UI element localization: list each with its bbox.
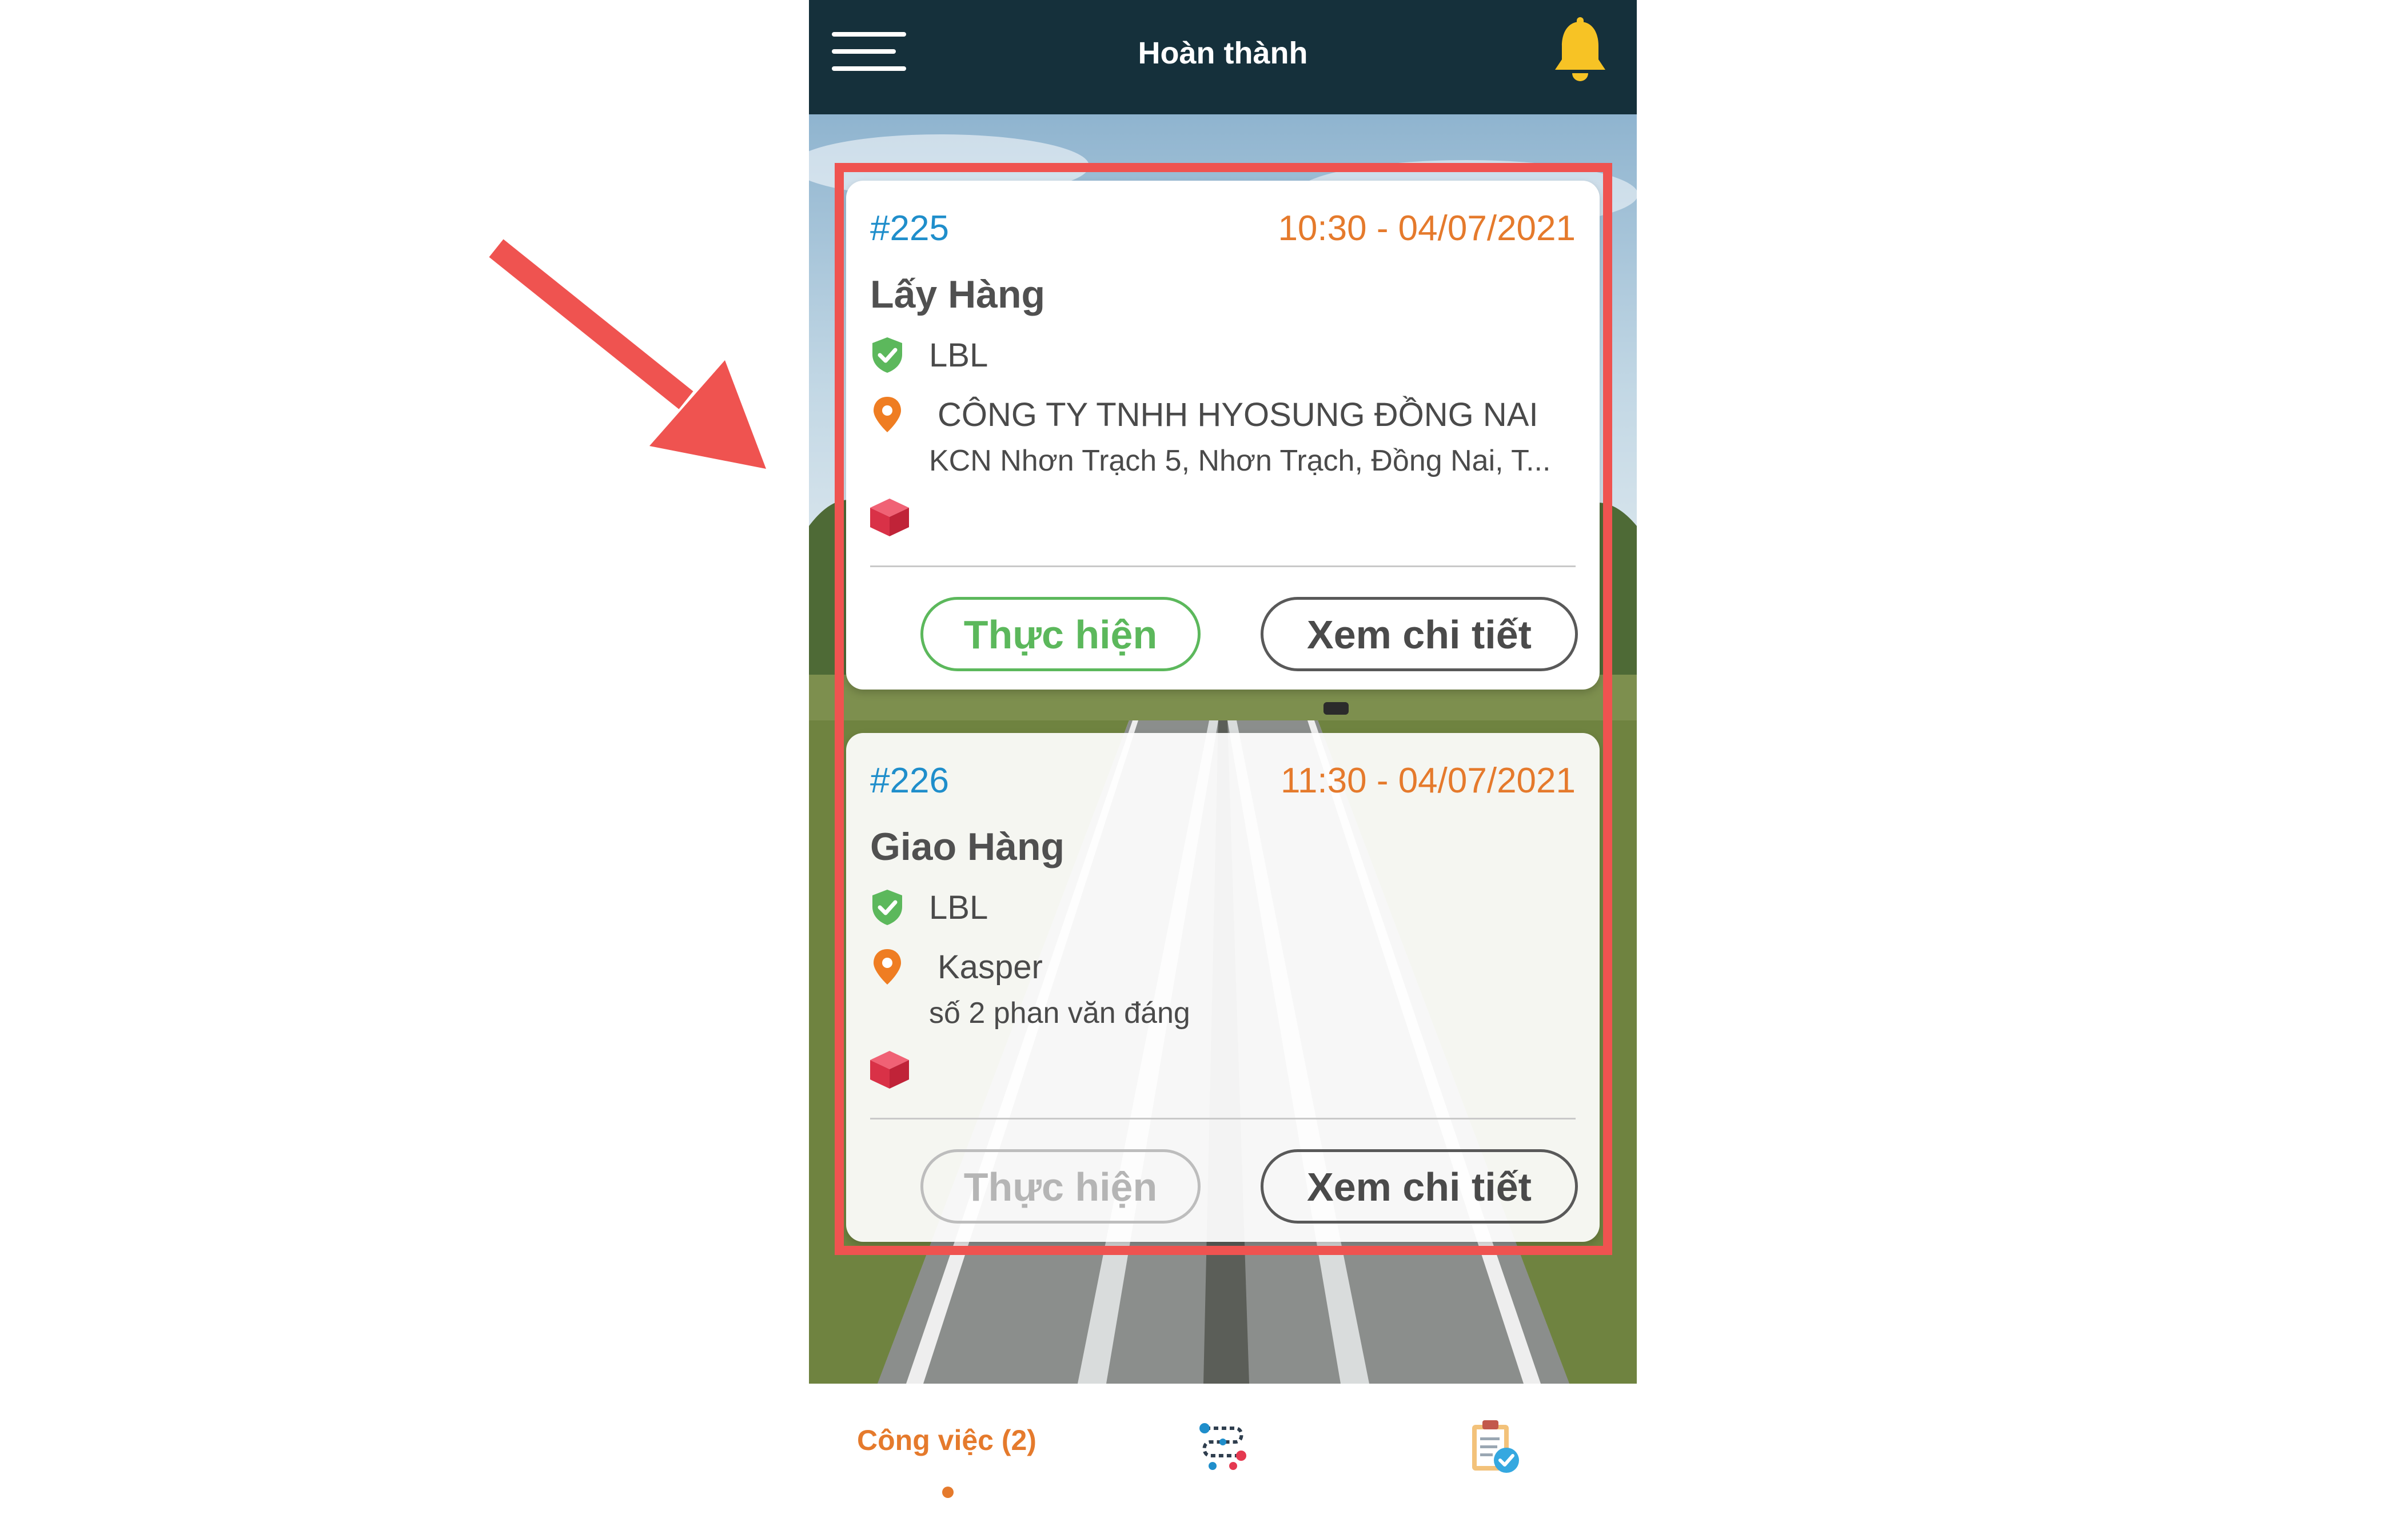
page-title: Hoàn thành	[1138, 36, 1308, 70]
annotation-arrow	[489, 239, 766, 469]
clipboard-check-icon[interactable]	[1466, 1417, 1524, 1476]
bell-icon[interactable]	[1550, 17, 1610, 85]
route-icon[interactable]	[1195, 1419, 1250, 1474]
nav-tab-jobs-label: Công việc (2)	[857, 1424, 1036, 1456]
nav-tab-jobs[interactable]: Công việc (2)	[809, 1384, 1085, 1514]
app-header: Hoàn thành	[809, 0, 1637, 114]
active-tab-indicator	[942, 1487, 954, 1498]
bottom-navigation: Công việc (2)	[809, 1384, 1637, 1514]
highlight-box	[835, 163, 1612, 1255]
